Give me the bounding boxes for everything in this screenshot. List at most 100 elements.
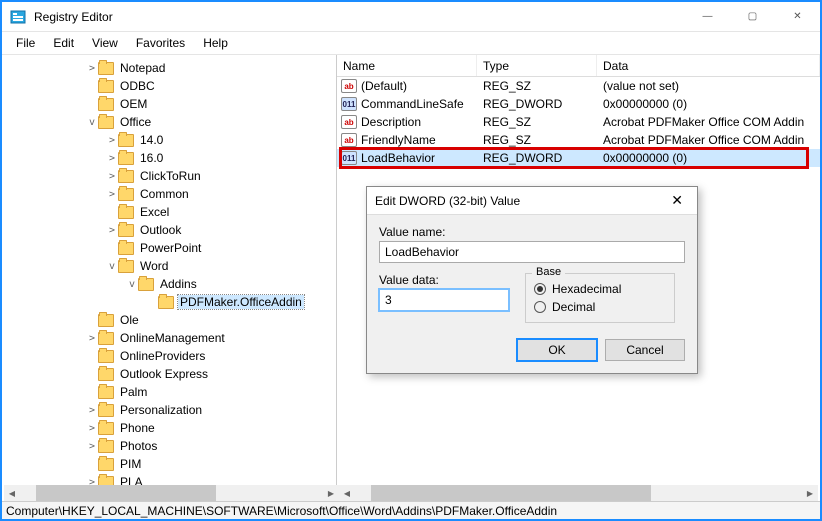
tree-item-clicktorun[interactable]: ClickToRun xyxy=(138,169,203,183)
menu-file[interactable]: File xyxy=(8,34,43,52)
scrollbar-horizontal[interactable]: ◀ ▶ xyxy=(339,485,818,501)
folder-icon xyxy=(98,62,114,75)
dialog-title: Edit DWORD (32-bit) Value xyxy=(375,194,665,208)
dialog-close-button[interactable]: ✕ xyxy=(665,192,689,209)
expand-icon[interactable]: > xyxy=(106,225,118,236)
reg-sz-icon: ab xyxy=(341,133,357,147)
folder-icon xyxy=(98,350,114,363)
list-row[interactable]: 011CommandLineSafe REG_DWORD 0x00000000 … xyxy=(337,95,820,113)
tree-item-common[interactable]: Common xyxy=(138,187,191,201)
scroll-left-icon[interactable]: ◀ xyxy=(4,485,20,501)
collapse-icon[interactable]: v xyxy=(126,279,138,290)
tree-pane[interactable]: > Notepad ODBC OEM v Office >14.0 >16.0 > C… xyxy=(2,55,337,493)
tree-item-outlook[interactable]: Outlook xyxy=(138,223,183,237)
tree-item-photos[interactable]: Photos xyxy=(118,439,159,453)
expand-icon[interactable]: > xyxy=(86,423,98,434)
tree-item-odbc[interactable]: ODBC xyxy=(118,79,157,93)
folder-icon xyxy=(118,152,134,165)
expand-icon[interactable]: > xyxy=(86,405,98,416)
list-row[interactable]: abFriendlyName REG_SZ Acrobat PDFMaker O… xyxy=(337,131,820,149)
collapse-icon[interactable]: v xyxy=(106,261,118,272)
tree-item-addins[interactable]: Addins xyxy=(158,277,199,291)
maximize-button[interactable]: ▢ xyxy=(730,2,775,32)
statusbar: Computer\HKEY_LOCAL_MACHINE\SOFTWARE\Mic… xyxy=(2,501,820,519)
collapse-icon[interactable]: v xyxy=(86,117,98,128)
menu-favorites[interactable]: Favorites xyxy=(128,34,193,52)
tree-item-notepad[interactable]: Notepad xyxy=(118,61,167,75)
window-title: Registry Editor xyxy=(34,10,685,24)
list-row[interactable]: ab(Default) REG_SZ (value not set) xyxy=(337,77,820,95)
list-row-selected[interactable]: 011LoadBehavior REG_DWORD 0x00000000 (0) xyxy=(337,149,820,167)
folder-icon xyxy=(98,440,114,453)
tree-item-oem[interactable]: OEM xyxy=(118,97,149,111)
folder-icon xyxy=(118,188,134,201)
expand-icon[interactable]: > xyxy=(86,441,98,452)
base-group: Base Hexadecimal Decimal xyxy=(525,273,675,323)
scroll-right-icon[interactable]: ▶ xyxy=(323,485,339,501)
cancel-button[interactable]: Cancel xyxy=(605,339,685,361)
folder-icon xyxy=(118,260,134,273)
valuename-label: Value name: xyxy=(379,225,685,239)
tree-item-phone[interactable]: Phone xyxy=(118,421,157,435)
value-name: FriendlyName xyxy=(361,133,436,147)
reg-dword-icon: 011 xyxy=(341,97,357,111)
value-data: 0x00000000 (0) xyxy=(597,151,820,165)
menu-help[interactable]: Help xyxy=(195,34,236,52)
column-header-type[interactable]: Type xyxy=(477,55,597,76)
column-header-data[interactable]: Data xyxy=(597,55,820,76)
close-button[interactable]: ✕ xyxy=(775,2,820,32)
tree-item-pdfmaker[interactable]: PDFMaker.OfficeAddin xyxy=(178,295,304,309)
expand-icon[interactable]: > xyxy=(106,171,118,182)
reg-dword-icon: 011 xyxy=(341,151,357,165)
minimize-button[interactable]: — xyxy=(685,2,730,32)
scrollbar-horizontal[interactable]: ◀ ▶ xyxy=(4,485,339,501)
expand-icon[interactable]: > xyxy=(106,189,118,200)
menu-edit[interactable]: Edit xyxy=(45,34,82,52)
folder-icon xyxy=(98,368,114,381)
value-name: Description xyxy=(361,115,421,129)
menu-view[interactable]: View xyxy=(84,34,126,52)
tree-item-office[interactable]: Office xyxy=(118,115,153,129)
titlebar: Registry Editor — ▢ ✕ xyxy=(2,2,820,32)
tree-item-outlookexp[interactable]: Outlook Express xyxy=(118,367,210,381)
folder-icon xyxy=(118,134,134,147)
folder-icon xyxy=(98,98,114,111)
tree-item-onlinemgmt[interactable]: OnlineManagement xyxy=(118,331,227,345)
tree-item-powerpoint[interactable]: PowerPoint xyxy=(138,241,203,255)
valuedata-field[interactable]: 3 xyxy=(379,289,509,311)
folder-icon xyxy=(98,116,114,129)
scrollbar-thumb[interactable] xyxy=(36,485,216,501)
tree-item-14[interactable]: 14.0 xyxy=(138,133,165,147)
scroll-right-icon[interactable]: ▶ xyxy=(802,485,818,501)
expand-icon[interactable]: > xyxy=(86,63,98,74)
tree-item-16[interactable]: 16.0 xyxy=(138,151,165,165)
tree-item-ole[interactable]: Ole xyxy=(118,313,141,327)
scroll-left-icon[interactable]: ◀ xyxy=(339,485,355,501)
tree-item-excel[interactable]: Excel xyxy=(138,205,171,219)
folder-icon xyxy=(98,422,114,435)
value-name: LoadBehavior xyxy=(361,151,435,165)
statusbar-path: Computer\HKEY_LOCAL_MACHINE\SOFTWARE\Mic… xyxy=(6,504,557,518)
radio-hex-label: Hexadecimal xyxy=(552,282,621,296)
value-type: REG_SZ xyxy=(477,79,597,93)
scrollbar-thumb[interactable] xyxy=(371,485,651,501)
folder-icon xyxy=(118,206,134,219)
expand-icon[interactable]: > xyxy=(86,333,98,344)
ok-button[interactable]: OK xyxy=(517,339,597,361)
valuename-field[interactable]: LoadBehavior xyxy=(379,241,685,263)
expand-icon[interactable]: > xyxy=(106,135,118,146)
radio-decimal[interactable] xyxy=(534,301,546,313)
column-header-name[interactable]: Name xyxy=(337,55,477,76)
folder-icon xyxy=(98,314,114,327)
reg-sz-icon: ab xyxy=(341,115,357,129)
tree-item-onlineprov[interactable]: OnlineProviders xyxy=(118,349,207,363)
tree-item-palm[interactable]: Palm xyxy=(118,385,149,399)
radio-dec-label: Decimal xyxy=(552,300,595,314)
folder-icon xyxy=(118,242,134,255)
tree-item-pim[interactable]: PIM xyxy=(118,457,143,471)
tree-item-word[interactable]: Word xyxy=(138,259,170,273)
expand-icon[interactable]: > xyxy=(106,153,118,164)
tree-item-personalization[interactable]: Personalization xyxy=(118,403,204,417)
radio-hexadecimal[interactable] xyxy=(534,283,546,295)
list-row[interactable]: abDescription REG_SZ Acrobat PDFMaker Of… xyxy=(337,113,820,131)
